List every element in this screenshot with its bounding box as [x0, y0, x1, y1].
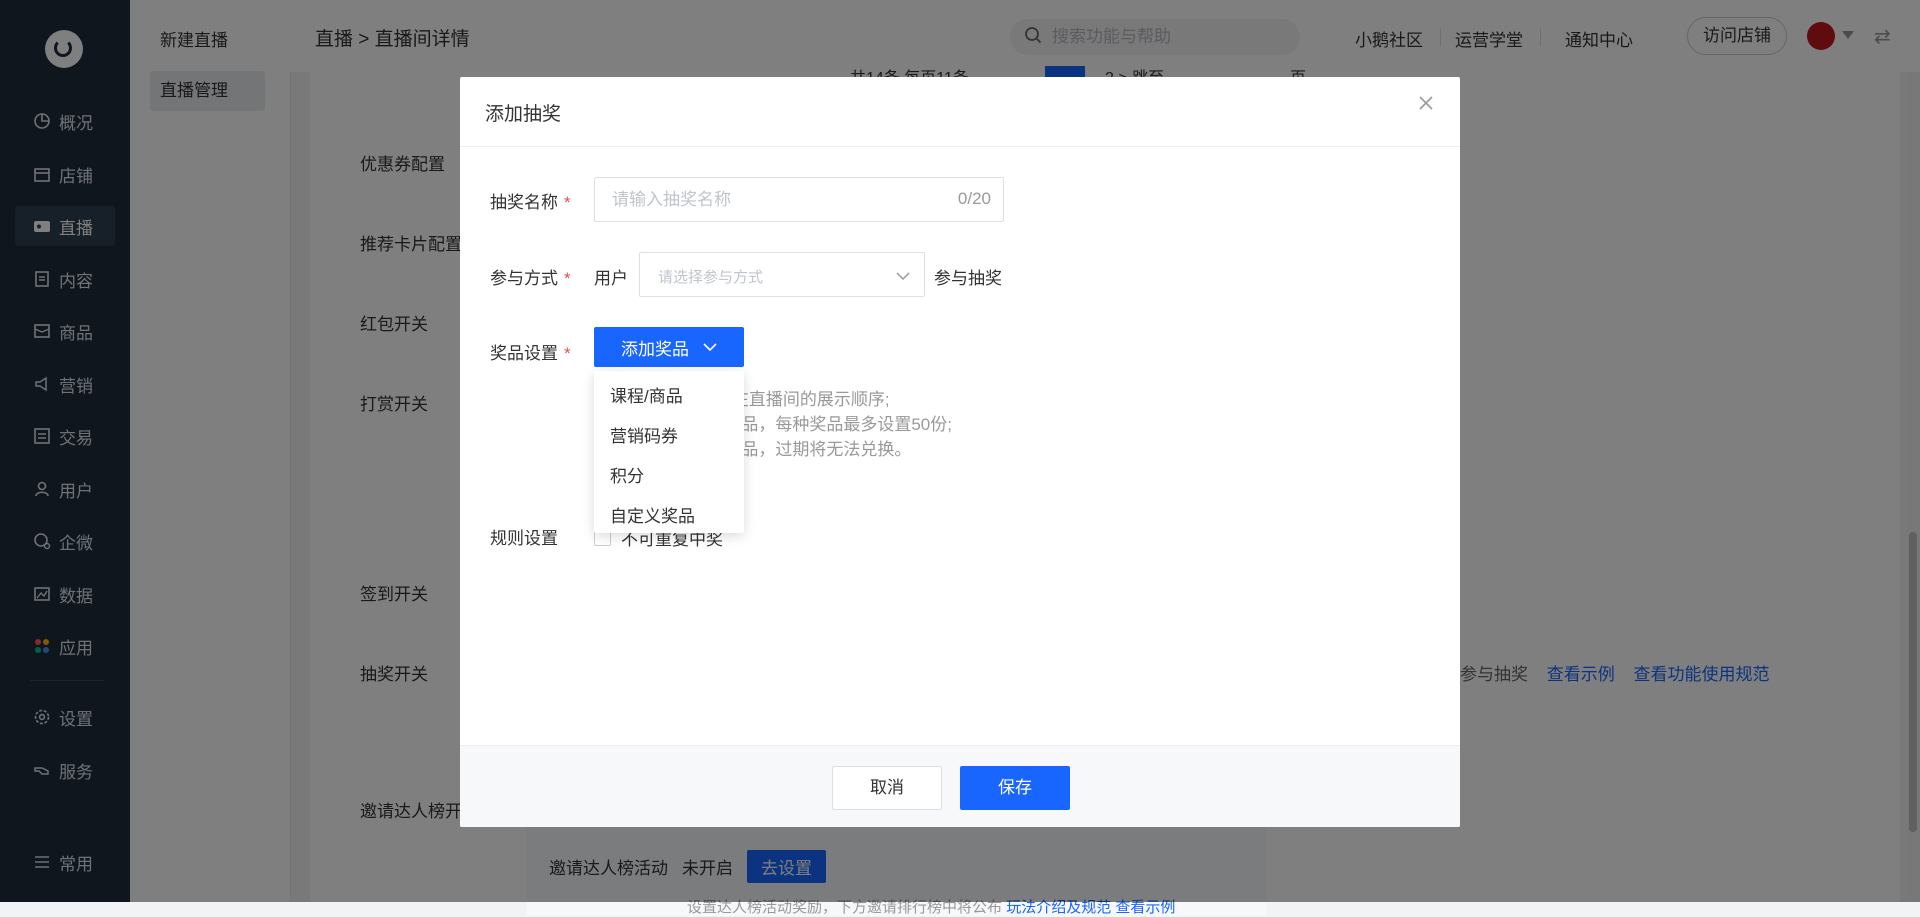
add-prize-button-label: 添加奖品 — [621, 339, 689, 359]
join-method-label: 参与方式 * — [490, 264, 571, 289]
join-method-prefix: 用户 — [594, 269, 628, 288]
required-mark: * — [564, 193, 571, 212]
close-icon[interactable] — [1418, 95, 1434, 116]
add-prize-button[interactable]: 添加奖品 — [594, 327, 744, 367]
lottery-name-label: 抽奖名称 * — [490, 188, 571, 213]
lottery-name-input[interactable] — [610, 188, 934, 211]
required-mark: * — [564, 269, 571, 288]
dropdown-item-points[interactable]: 积分 — [594, 457, 744, 497]
char-counter: 0/20 — [957, 189, 991, 208]
cancel-button[interactable]: 取消 — [832, 766, 942, 810]
required-mark: * — [564, 344, 571, 363]
add-lottery-dialog: 添加抽奖 抽奖名称 * 0/20 参与方式 * 用户 请选择参与方式 参与抽奖 奖品… — [460, 77, 1460, 827]
join-method-suffix: 参与抽奖 — [934, 269, 1002, 288]
join-method-select[interactable]: 请选择参与方式 — [639, 252, 925, 297]
join-method-label-text: 参与方式 — [490, 269, 558, 288]
rule-setting-label: 规则设置 — [490, 529, 558, 548]
dialog-header: 添加抽奖 — [460, 77, 1460, 147]
save-button[interactable]: 保存 — [960, 766, 1070, 810]
dialog-footer: 取消 保存 — [460, 745, 1460, 827]
chevron-down-icon — [896, 268, 910, 286]
dropdown-item-custom-prize[interactable]: 自定义奖品 — [594, 497, 744, 537]
prize-setting-label: 奖品设置 * — [490, 339, 571, 364]
dropdown-item-course-product[interactable]: 课程/商品 — [594, 377, 744, 417]
dropdown-item-coupon-code[interactable]: 营销码券 — [594, 417, 744, 457]
join-method-placeholder: 请选择参与方式 — [658, 269, 764, 286]
lottery-name-label-text: 抽奖名称 — [490, 193, 558, 212]
lottery-name-field[interactable]: 0/20 — [594, 177, 1004, 222]
dialog-title: 添加抽奖 — [485, 104, 562, 125]
prize-type-dropdown: 课程/商品 营销码券 积分 自定义奖品 — [594, 371, 744, 533]
prize-setting-label-text: 奖品设置 — [490, 344, 558, 363]
chevron-down-icon — [703, 342, 717, 352]
